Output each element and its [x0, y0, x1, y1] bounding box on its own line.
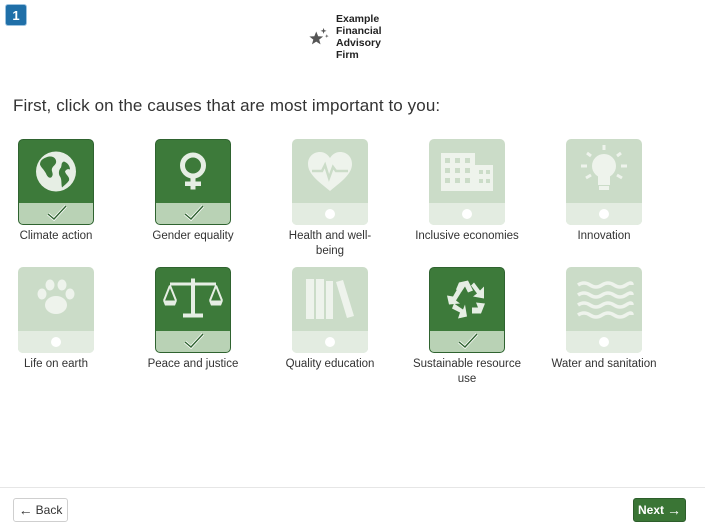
cause-card-footer: [429, 203, 505, 225]
brand-name-line: Financial: [336, 25, 382, 37]
books-icon: [306, 279, 354, 319]
brand-name: Example Financial Advisory Firm: [336, 13, 406, 61]
cause-label: Climate action: [19, 230, 93, 242]
recycle-icon: [447, 280, 485, 319]
checkmark-icon: [184, 204, 205, 222]
cause-card[interactable]: [566, 267, 642, 353]
cause-label: Sustainable resource use: [412, 358, 522, 385]
unselected-indicator: [51, 337, 61, 347]
cause-card-footer: [292, 203, 368, 225]
cause-health-and-well-being[interactable]: Health and well-being: [289, 139, 371, 259]
buildings-icon: [441, 153, 493, 191]
cause-climate-action[interactable]: Climate action: [18, 139, 94, 244]
cause-label: Inclusive economies: [415, 230, 519, 242]
cause-card[interactable]: [566, 139, 642, 225]
cause-card[interactable]: [18, 267, 94, 353]
female-symbol-icon: [180, 152, 206, 190]
cause-water-and-sanitation[interactable]: Water and sanitation: [551, 267, 657, 372]
cause-card-footer: [156, 203, 230, 224]
step-badge: 1: [6, 5, 26, 25]
cause-card[interactable]: [429, 267, 505, 353]
cause-life-on-earth[interactable]: Life on earth: [18, 267, 94, 372]
unselected-indicator: [325, 209, 335, 219]
cause-card[interactable]: [292, 267, 368, 353]
heart-pulse-icon: [308, 152, 352, 191]
brand-name-line: Advisory: [336, 37, 381, 49]
page-prompt: First, click on the causes that are most…: [13, 96, 441, 115]
cause-sustainable-resource-use[interactable]: Sustainable resource use: [413, 267, 521, 387]
footer-divider: [0, 487, 705, 488]
brand-name-line: Firm: [336, 49, 359, 61]
unselected-indicator: [599, 337, 609, 347]
cause-card[interactable]: [18, 139, 94, 225]
cause-innovation[interactable]: Innovation: [566, 139, 642, 244]
unselected-indicator: [325, 337, 335, 347]
cause-label: Quality education: [285, 358, 375, 370]
cause-label: Peace and justice: [147, 358, 239, 370]
cause-inclusive-economies[interactable]: Inclusive economies: [415, 139, 519, 244]
cause-label: Water and sanitation: [551, 358, 657, 370]
paw-icon: [37, 279, 75, 314]
cause-card[interactable]: [155, 267, 231, 353]
checkmark-icon: [458, 332, 479, 350]
cause-label: Health and well-being: [288, 230, 372, 257]
cause-card-footer: [566, 203, 642, 225]
unselected-indicator: [462, 209, 472, 219]
cause-card[interactable]: [155, 139, 231, 225]
cause-label: Life on earth: [24, 358, 88, 370]
cause-label: Innovation: [577, 230, 631, 242]
scales-icon: [163, 278, 223, 318]
waves-icon: [577, 281, 634, 319]
brand-name-line: Example: [336, 13, 380, 25]
lightbulb-icon: [581, 145, 627, 190]
arrow-right-icon: →: [667, 502, 681, 518]
brand: Example Financial Advisory Firm: [308, 13, 406, 61]
cause-card-footer: [18, 331, 94, 353]
cause-card[interactable]: [429, 139, 505, 225]
cause-peace-and-justice[interactable]: Peace and justice: [148, 267, 238, 372]
back-button[interactable]: ← Back: [13, 498, 68, 522]
back-button-label: Back: [35, 503, 63, 517]
next-button[interactable]: Next →: [633, 498, 686, 522]
cause-card[interactable]: [292, 139, 368, 225]
cause-label: Gender equality: [152, 230, 234, 242]
checkmark-icon: [184, 332, 205, 350]
globe-icon: [36, 151, 76, 192]
checkmark-icon: [47, 204, 68, 222]
cause-card-footer: [566, 331, 642, 353]
cause-card-footer: [19, 203, 93, 224]
arrow-left-icon: ←: [18, 502, 33, 518]
cause-card-footer: [430, 331, 504, 352]
cause-card-footer: [156, 331, 230, 352]
cause-gender-equality[interactable]: Gender equality: [152, 139, 234, 244]
next-button-label: Next: [637, 503, 664, 517]
sparkle-star-icon: [309, 27, 329, 45]
cause-quality-education[interactable]: Quality education: [286, 267, 374, 372]
cause-card-footer: [292, 331, 368, 353]
unselected-indicator: [599, 209, 609, 219]
